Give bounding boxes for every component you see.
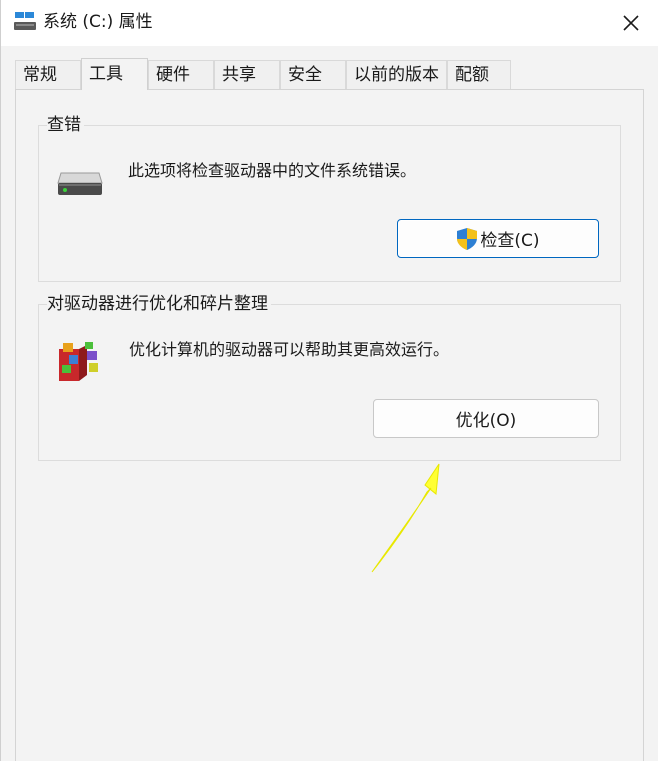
close-button[interactable]	[613, 6, 649, 40]
window-title: 系统 (C:) 属性	[43, 12, 153, 32]
yellow-arrow-icon	[371, 463, 440, 573]
tab-quota[interactable]: 配额	[447, 60, 511, 89]
optimize-title: 对驱动器进行优化和碎片整理	[47, 293, 271, 315]
defrag-icon	[59, 342, 98, 381]
optimize-group: 对驱动器进行优化和碎片整理 优化计算机的驱动器可以帮助其更高效运行。 优化(O)	[38, 293, 621, 461]
tab-tools[interactable]: 工具	[81, 58, 148, 90]
error-check-description: 此选项将检查驱动器中的文件系统错误。	[128, 161, 417, 180]
tab-sharing[interactable]: 共享	[214, 60, 280, 89]
tab-hardware[interactable]: 硬件	[148, 60, 214, 89]
uac-shield-icon	[457, 227, 478, 250]
tab-previous-versions[interactable]: 以前的版本	[346, 60, 447, 89]
check-button[interactable]: 检查(C)	[397, 219, 599, 258]
tools-panel: 查错 此选项将检查驱动器中的文件系统错误。 检查(C) 对驱动器进行优化和碎片整…	[15, 89, 644, 761]
properties-dialog: 系统 (C:) 属性 常规 工具 硬件 共享 安全 以前的版本 配额 查错 此选…	[0, 0, 658, 761]
tab-security[interactable]: 安全	[280, 60, 346, 89]
error-check-group: 查错 此选项将检查驱动器中的文件系统错误。 检查(C)	[38, 114, 621, 282]
tab-strip: 常规 工具 硬件 共享 安全 以前的版本 配额	[15, 58, 655, 90]
drive-icon	[57, 172, 103, 195]
error-check-title: 查错	[47, 114, 84, 136]
tab-general[interactable]: 常规	[15, 60, 81, 89]
drive-app-icon	[14, 12, 36, 30]
optimize-description: 优化计算机的驱动器可以帮助其更高效运行。	[129, 340, 450, 359]
check-button-label: 检查(C)	[480, 231, 540, 251]
close-icon	[623, 15, 639, 31]
optimize-button[interactable]: 优化(O)	[373, 399, 599, 438]
title-bar: 系统 (C:) 属性	[1, 0, 658, 46]
